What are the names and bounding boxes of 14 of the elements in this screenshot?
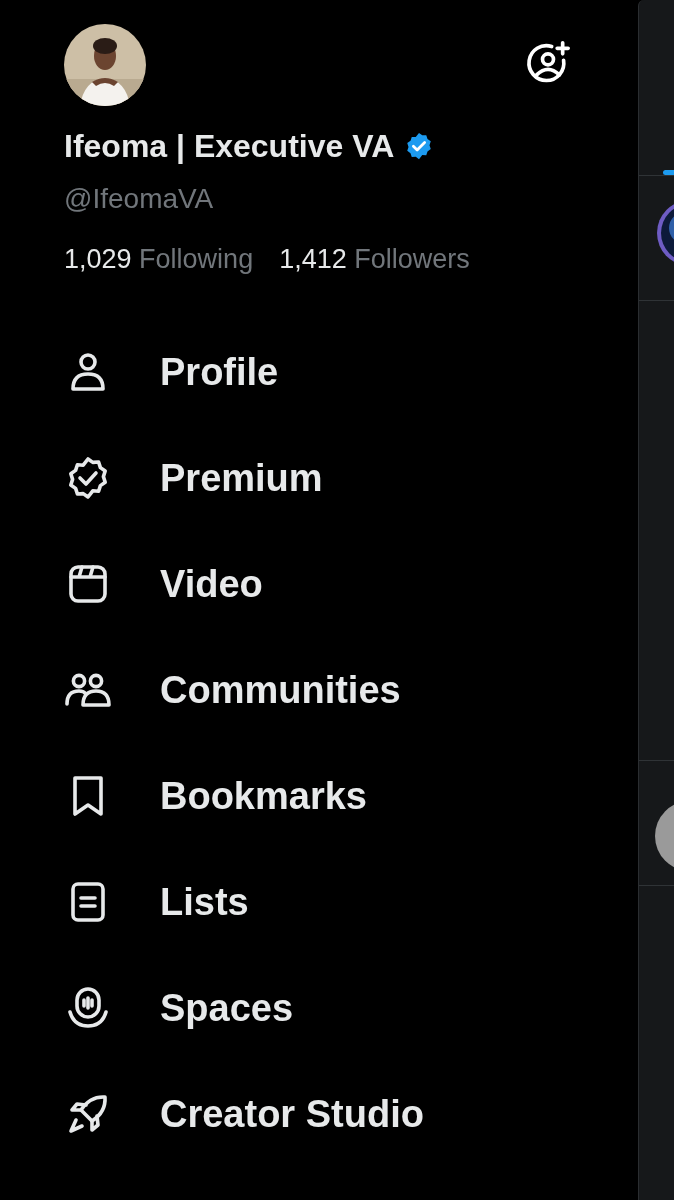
followers-link[interactable]: 1,412 Followers (279, 242, 470, 276)
menu-item[interactable]: Communities (160, 667, 401, 713)
add-account-icon[interactable] (526, 41, 570, 85)
menu-item[interactable]: Bookmarks (160, 773, 367, 819)
display-name: Ifeoma | Executive VA (64, 127, 395, 166)
tab-indicator (663, 170, 674, 175)
menu-item[interactable]: Spaces (160, 985, 294, 1031)
following-link[interactable]: 1,029 Following (64, 242, 254, 276)
menu-item[interactable]: Creator Studio (160, 1091, 424, 1137)
menu-item[interactable]: Video (160, 561, 263, 607)
menu-item[interactable]: Premium (160, 455, 323, 501)
username: @IfeomaVA (64, 182, 215, 216)
menu-item[interactable]: Profile (160, 349, 279, 395)
menu-item[interactable]: Lists (160, 879, 249, 925)
